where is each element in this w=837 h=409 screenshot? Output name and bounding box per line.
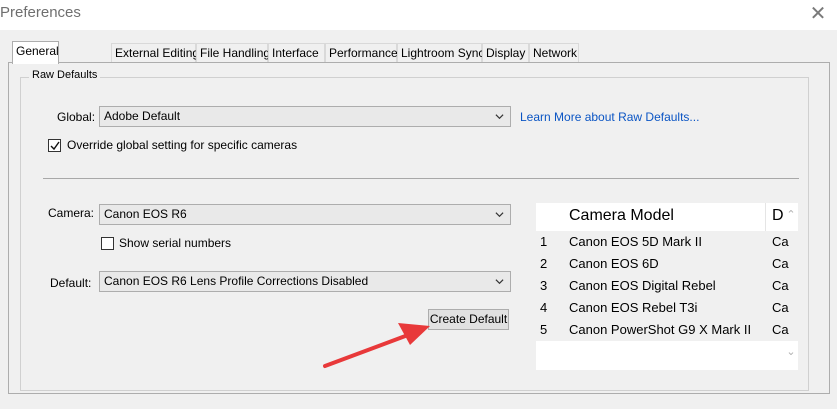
global-label: Global: <box>57 110 96 124</box>
camera-dropdown[interactable]: Canon EOS R6 <box>99 204 511 225</box>
chevron-down-icon <box>495 212 504 218</box>
tab-general[interactable]: General <box>12 41 59 64</box>
default-label: Default: <box>50 276 92 290</box>
global-dropdown-value: Adobe Default <box>104 109 181 123</box>
override-checkbox[interactable] <box>48 139 61 152</box>
chevron-down-icon[interactable]: ⌄ <box>784 345 798 359</box>
tab-network[interactable]: Network <box>529 43 579 63</box>
camera-label: Camera: <box>48 206 95 220</box>
check-icon <box>50 141 60 151</box>
table-row[interactable]: 1 Canon EOS 5D Mark II Ca <box>536 231 798 253</box>
global-dropdown[interactable]: Adobe Default <box>99 106 511 127</box>
chevron-up-icon[interactable]: ⌃ <box>784 208 798 222</box>
serial-numbers-checkbox[interactable] <box>101 237 114 250</box>
chevron-down-icon <box>495 114 504 120</box>
row-number: 5 <box>540 322 548 337</box>
row-camera-model: Canon EOS Digital Rebel <box>569 278 716 293</box>
column-header-d[interactable]: D <box>772 207 784 225</box>
tab-lightroom-sync[interactable]: Lightroom Sync <box>397 43 484 63</box>
row-camera-model: Canon EOS Rebel T3i <box>569 300 698 315</box>
tab-performance[interactable]: Performance <box>325 43 398 63</box>
create-default-button[interactable]: Create Default <box>428 309 509 330</box>
row-default: Ca <box>772 256 789 271</box>
row-number: 3 <box>540 278 548 293</box>
row-camera-model: Canon PowerShot G9 X Mark II <box>569 322 752 337</box>
row-default: Ca <box>772 322 789 337</box>
close-icon[interactable]: ✕ <box>807 3 829 25</box>
row-default: Ca <box>772 300 789 315</box>
table-row[interactable]: 3 Canon EOS Digital Rebel Ca <box>536 275 798 297</box>
row-number: 1 <box>540 234 548 249</box>
separator <box>43 178 799 179</box>
default-dropdown-value: Canon EOS R6 Lens Profile Corrections Di… <box>104 274 369 288</box>
table-row[interactable]: 4 Canon EOS Rebel T3i Ca <box>536 297 798 319</box>
table-row[interactable]: 5 Canon PowerShot G9 X Mark II Ca <box>536 319 798 341</box>
window-title: Preferences <box>0 4 81 21</box>
table-row[interactable]: 2 Canon EOS 6D Ca <box>536 253 798 275</box>
learn-more-link[interactable]: Learn More about Raw Defaults... <box>520 110 699 124</box>
default-dropdown[interactable]: Canon EOS R6 Lens Profile Corrections Di… <box>99 271 511 292</box>
column-divider[interactable] <box>765 203 766 231</box>
table-header: Camera Model D <box>536 203 798 231</box>
tab-file-handling[interactable]: File Handling <box>196 43 270 63</box>
row-default: Ca <box>772 278 789 293</box>
row-number: 2 <box>540 256 548 271</box>
camera-dropdown-value: Canon EOS R6 <box>104 207 187 221</box>
column-header-camera-model[interactable]: Camera Model <box>569 207 674 225</box>
row-camera-model: Canon EOS 6D <box>569 256 659 271</box>
tab-external-editing[interactable]: External Editing <box>111 43 199 63</box>
camera-table[interactable]: Camera Model D 1 Canon EOS 5D Mark II Ca… <box>536 203 798 370</box>
raw-defaults-label: Raw Defaults <box>29 69 101 81</box>
serial-numbers-label: Show serial numbers <box>119 236 232 250</box>
row-camera-model: Canon EOS 5D Mark II <box>569 234 702 249</box>
title-bar: Preferences ✕ <box>0 0 837 30</box>
tab-display[interactable]: Display <box>482 43 529 63</box>
override-label: Override global setting for specific cam… <box>67 138 298 152</box>
chevron-down-icon <box>495 279 504 285</box>
row-number: 4 <box>540 300 548 315</box>
row-default: Ca <box>772 234 789 249</box>
tab-interface[interactable]: Interface <box>268 43 325 63</box>
preferences-window: Preferences ✕ General External Editing F… <box>0 0 837 409</box>
